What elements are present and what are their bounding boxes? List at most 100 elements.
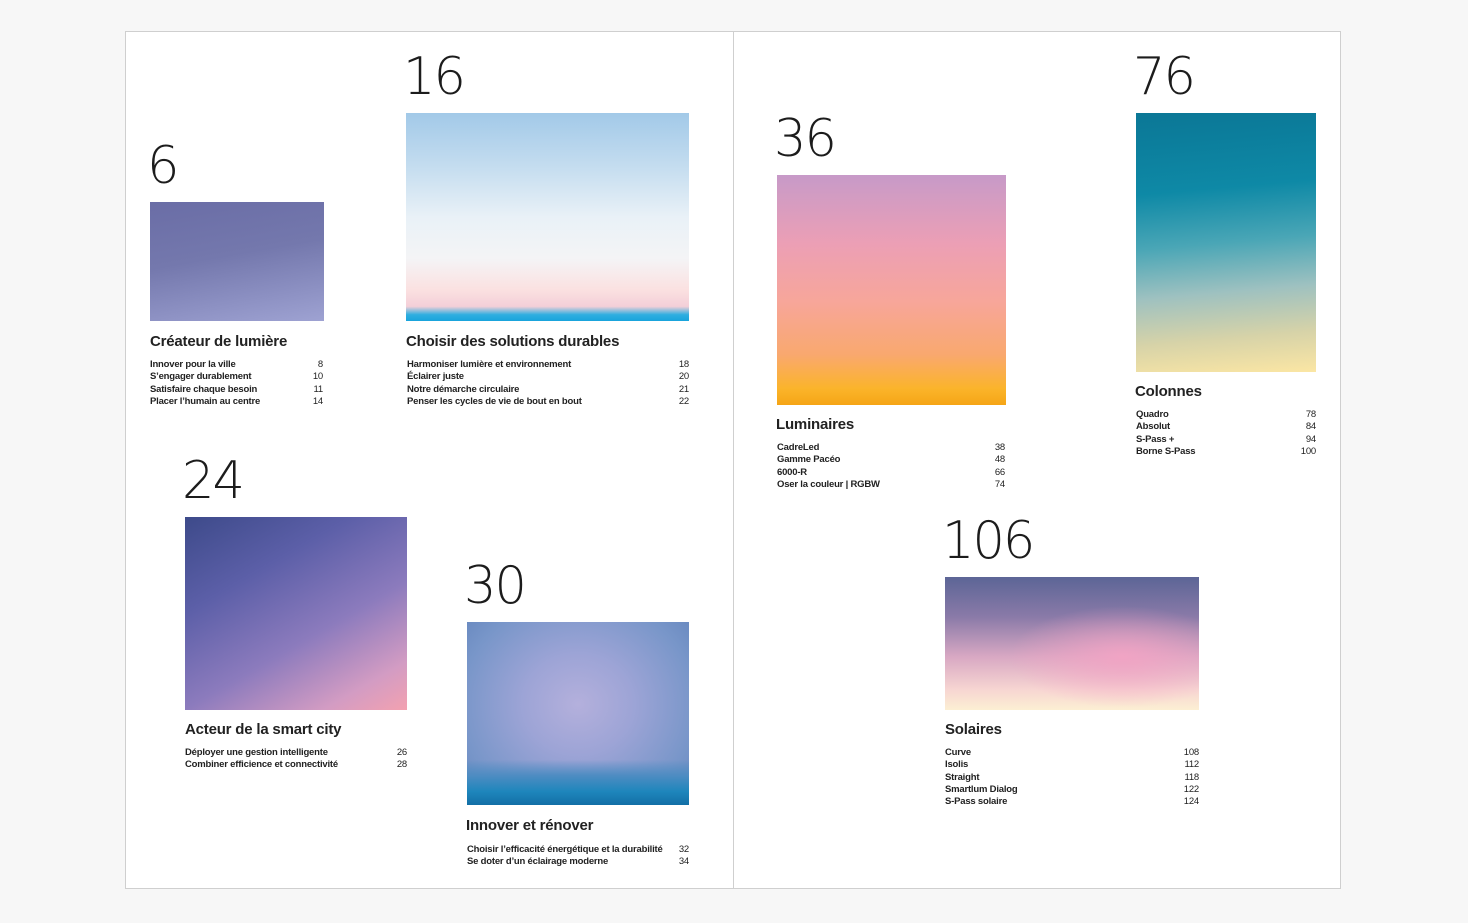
toc-item-page: 10 <box>312 371 323 383</box>
toc-item[interactable]: 6000-R 66 <box>777 467 1005 479</box>
toc-item[interactable]: Harmoniser lumière et environnement 18 <box>407 359 689 371</box>
section-title: Créateur de lumière <box>150 333 288 350</box>
toc-item-page: 84 <box>1305 421 1316 433</box>
toc-item-label: Borne S-Pass <box>1136 445 1196 457</box>
toc-item-label: Harmoniser lumière et environnement <box>407 359 572 370</box>
toc-item[interactable]: Choisir l’efficacité énergétique et la d… <box>467 844 689 856</box>
toc-item-label: Absolut <box>1136 421 1170 433</box>
toc-item-label: Choisir l’efficacité énergétique et la d… <box>467 844 663 855</box>
toc-list: Choisir l’efficacité énergétique et la d… <box>467 844 689 869</box>
toc-item[interactable]: Isolis 112 <box>945 759 1199 771</box>
toc-item[interactable]: Penser les cycles de vie de bout en bout… <box>407 396 689 408</box>
toc-item-label: Se doter d’un éclairage moderne <box>467 856 609 868</box>
toc-item[interactable]: Straight 118 <box>945 772 1199 784</box>
toc-item-page: 66 <box>994 466 1005 478</box>
toc-item[interactable]: Placer l’humain au centre 14 <box>150 396 323 408</box>
section-title: Luminaires <box>776 416 855 433</box>
toc-item[interactable]: Absolut 84 <box>1136 421 1316 433</box>
toc-item-label: Curve <box>945 747 971 758</box>
toc-item-label: Oser la couleur | RGBW <box>777 478 880 490</box>
section-number: 106 <box>942 511 1035 571</box>
dusk-clouds-image <box>945 577 1199 710</box>
section-title: Colonnes <box>1135 383 1202 400</box>
toc-list: CadreLed 38 Gamme Pacéo 48 6000-R 66 Oser l… <box>777 442 1005 491</box>
toc-item-label: Déployer une gestion intelligente <box>185 747 328 758</box>
toc-item[interactable]: Borne S-Pass 100 <box>1136 446 1316 458</box>
indigo-pink-sky-image <box>185 517 407 710</box>
toc-item-page: 26 <box>396 747 407 758</box>
section-number: 30 <box>464 556 527 616</box>
toc-item-page: 94 <box>1305 433 1316 445</box>
toc-item[interactable]: Satisfaire chaque besoin 11 <box>150 384 323 396</box>
toc-item-page: 14 <box>312 395 323 407</box>
toc-item-page: 100 <box>1300 445 1316 457</box>
toc-item[interactable]: Smartlum Dialog 122 <box>945 784 1199 796</box>
section-title: Solaires <box>945 721 1002 738</box>
toc-item[interactable]: Notre démarche circulaire 21 <box>407 384 689 396</box>
toc-item[interactable]: CadreLed 38 <box>777 442 1005 454</box>
toc-item-label: Innover pour la ville <box>150 359 236 370</box>
toc-item-page: 8 <box>317 359 323 370</box>
toc-item-page: 32 <box>678 844 689 855</box>
toc-item-page: 78 <box>1305 409 1316 420</box>
toc-item-page: 11 <box>313 383 324 395</box>
section-number: 16 <box>403 47 466 107</box>
toc-item-page: 28 <box>396 759 407 771</box>
toc-item[interactable]: Innover pour la ville 8 <box>150 359 323 371</box>
toc-list: Déployer une gestion intelligente 26 Comb… <box>185 747 407 772</box>
blue-lavender-sea-image <box>467 622 689 805</box>
sea-band <box>467 760 689 805</box>
toc-item-page: 118 <box>1184 771 1199 783</box>
toc-item-label: S’engager durablement <box>150 371 252 383</box>
toc-item-label: S-Pass solaire <box>945 796 1008 808</box>
toc-item[interactable]: S-Pass solaire 124 <box>945 796 1199 808</box>
toc-list: Quadro 78 Absolut 84 S-Pass + 94 Borne S-Pa… <box>1136 409 1316 458</box>
toc-item-page: 20 <box>678 371 689 383</box>
toc-item-label: S-Pass + <box>1136 433 1175 445</box>
toc-item-page: 38 <box>994 442 1005 453</box>
section-title: Innover et rénover <box>466 817 594 834</box>
section-number: 24 <box>182 451 245 511</box>
toc-item[interactable]: Curve 108 <box>945 747 1199 759</box>
toc-item-label: Notre démarche circulaire <box>407 383 520 395</box>
toc-item[interactable]: Gamme Pacéo 48 <box>777 454 1005 466</box>
toc-item-label: Isolis <box>945 759 969 771</box>
section-number: 6 <box>147 136 179 196</box>
toc-item-page: 122 <box>1183 783 1199 795</box>
twilight-violet-sky-image <box>150 202 324 321</box>
toc-item[interactable]: Éclairer juste 20 <box>407 371 689 383</box>
toc-item-page: 34 <box>678 856 689 868</box>
pink-orange-sunset-image <box>777 175 1006 405</box>
toc-item[interactable]: S’engager durablement 10 <box>150 371 323 383</box>
toc-item[interactable]: Se doter d’un éclairage moderne 34 <box>467 856 689 868</box>
toc-list: Innover pour la ville 8 S’engager durable… <box>150 359 323 408</box>
teal-golden-sky-image <box>1136 113 1316 372</box>
toc-item-label: Quadro <box>1136 409 1169 420</box>
toc-item-label: Placer l’humain au centre <box>150 395 261 407</box>
toc-item-label: Combiner efficience et connectivité <box>185 759 338 771</box>
toc-item-page: 108 <box>1183 747 1199 758</box>
toc-item-page: 21 <box>678 383 689 395</box>
toc-item-label: CadreLed <box>777 442 820 453</box>
toc-item[interactable]: S-Pass + 94 <box>1136 434 1316 446</box>
toc-item[interactable]: Déployer une gestion intelligente 26 <box>185 747 407 759</box>
toc-item-page: 48 <box>994 454 1005 466</box>
toc-item-label: Straight <box>945 771 980 783</box>
section-number: 36 <box>774 109 837 169</box>
toc-item-page: 22 <box>678 395 689 407</box>
toc-item-label: 6000-R <box>777 466 807 478</box>
toc-list: Curve 108 Isolis 112 Straight 118 Smartlum … <box>945 747 1199 808</box>
toc-item-page: 124 <box>1183 796 1199 808</box>
toc-item[interactable]: Combiner efficience et connectivité 28 <box>185 759 407 771</box>
toc-item-label: Penser les cycles de vie de bout en bout <box>407 395 582 407</box>
toc-item-page: 74 <box>994 478 1005 490</box>
toc-item-label: Satisfaire chaque besoin <box>150 383 258 395</box>
toc-item-page: 112 <box>1184 759 1199 771</box>
section-number: 76 <box>1133 47 1196 107</box>
section-title: Acteur de la smart city <box>185 721 342 738</box>
toc-item[interactable]: Quadro 78 <box>1136 409 1316 421</box>
toc-list: Harmoniser lumière et environnement 18 Éc… <box>407 359 689 408</box>
toc-item[interactable]: Oser la couleur | RGBW 74 <box>777 479 1005 491</box>
toc-item-page: 18 <box>678 359 689 370</box>
toc-item-label: Smartlum Dialog <box>945 783 1018 795</box>
